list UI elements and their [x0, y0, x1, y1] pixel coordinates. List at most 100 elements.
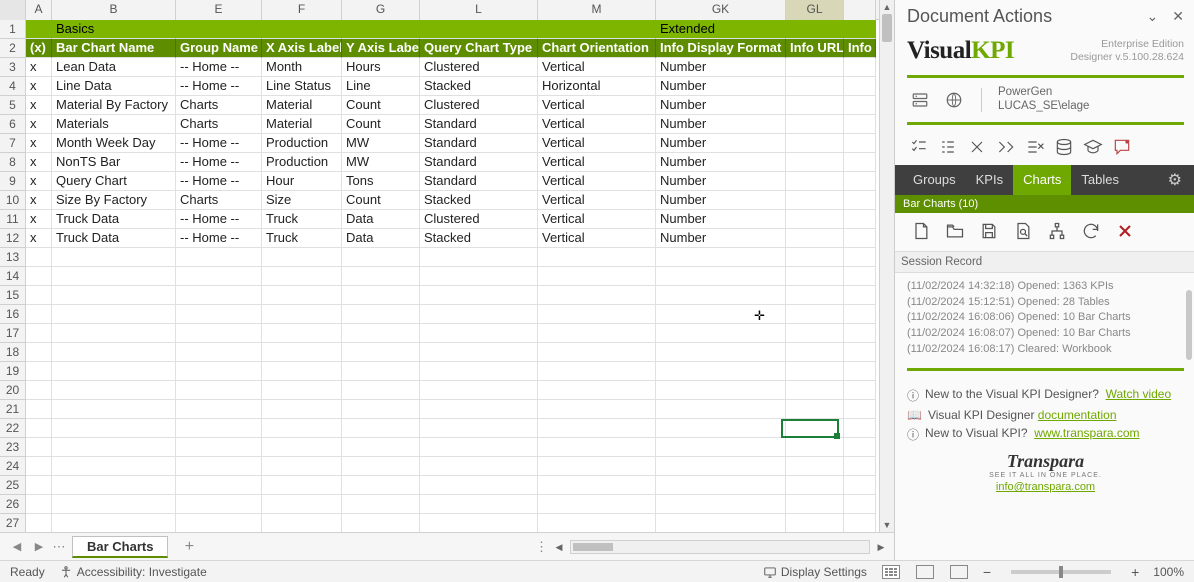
- cell[interactable]: x: [26, 210, 52, 229]
- cell[interactable]: [176, 476, 262, 495]
- cell[interactable]: Stacked: [420, 229, 538, 248]
- cell[interactable]: [844, 58, 876, 77]
- cell[interactable]: [538, 457, 656, 476]
- cell[interactable]: [420, 267, 538, 286]
- cell[interactable]: Data: [342, 229, 420, 248]
- row-header[interactable]: 24: [0, 457, 25, 476]
- cell[interactable]: [538, 248, 656, 267]
- cell[interactable]: Material: [262, 96, 342, 115]
- cell[interactable]: Hours: [342, 58, 420, 77]
- cell[interactable]: Number: [656, 58, 786, 77]
- col-header-GK[interactable]: GK: [656, 0, 786, 20]
- graduation-icon[interactable]: [1081, 135, 1105, 159]
- cell[interactable]: [786, 172, 844, 191]
- cell[interactable]: Y Axis Label: [342, 39, 420, 58]
- cell[interactable]: [176, 381, 262, 400]
- row-header[interactable]: 22: [0, 419, 25, 438]
- cell[interactable]: [420, 305, 538, 324]
- tab-tables[interactable]: Tables: [1071, 165, 1129, 195]
- cell[interactable]: [538, 514, 656, 532]
- cell[interactable]: x: [26, 115, 52, 134]
- view-normal[interactable]: [882, 565, 900, 579]
- row-header[interactable]: 18: [0, 343, 25, 362]
- cell[interactable]: [26, 267, 52, 286]
- cell[interactable]: [844, 514, 876, 532]
- double-x-icon[interactable]: [994, 135, 1018, 159]
- cell[interactable]: [844, 115, 876, 134]
- cell[interactable]: [420, 324, 538, 343]
- tab-charts[interactable]: Charts: [1013, 165, 1071, 195]
- cell[interactable]: Vertical: [538, 58, 656, 77]
- cell[interactable]: [176, 362, 262, 381]
- cell[interactable]: Query Chart: [52, 172, 176, 191]
- cell[interactable]: [844, 495, 876, 514]
- cell[interactable]: Material By Factory: [52, 96, 176, 115]
- tab-nav-more[interactable]: ⋯: [50, 539, 68, 555]
- row-header[interactable]: 9: [0, 172, 25, 191]
- cell[interactable]: [176, 305, 262, 324]
- row-header[interactable]: 16: [0, 305, 25, 324]
- cell[interactable]: Vertical: [538, 172, 656, 191]
- zoom-level[interactable]: 100%: [1153, 565, 1184, 579]
- view-page-break[interactable]: [950, 565, 968, 579]
- cell[interactable]: [656, 457, 786, 476]
- cell[interactable]: [342, 362, 420, 381]
- row-header[interactable]: 21: [0, 400, 25, 419]
- cell[interactable]: Number: [656, 115, 786, 134]
- cell[interactable]: [786, 476, 844, 495]
- cell[interactable]: [262, 248, 342, 267]
- cell[interactable]: -- Home --: [176, 58, 262, 77]
- cell[interactable]: [420, 438, 538, 457]
- cell[interactable]: [786, 324, 844, 343]
- cell[interactable]: X Axis Label: [262, 39, 342, 58]
- cell[interactable]: [176, 514, 262, 532]
- row-header[interactable]: 27: [0, 514, 25, 532]
- cell[interactable]: [342, 381, 420, 400]
- cell[interactable]: [786, 96, 844, 115]
- cell[interactable]: [844, 134, 876, 153]
- cell[interactable]: [262, 381, 342, 400]
- cell[interactable]: [656, 495, 786, 514]
- display-settings[interactable]: Display Settings: [763, 565, 867, 579]
- open-icon[interactable]: [943, 219, 967, 243]
- cell[interactable]: x: [26, 134, 52, 153]
- cell[interactable]: [656, 381, 786, 400]
- cell[interactable]: [656, 419, 786, 438]
- lines-x-icon[interactable]: [1023, 135, 1047, 159]
- cell[interactable]: [786, 305, 844, 324]
- cell[interactable]: [52, 400, 176, 419]
- cell[interactable]: Standard: [420, 172, 538, 191]
- cell[interactable]: [420, 495, 538, 514]
- cell[interactable]: [262, 305, 342, 324]
- cell[interactable]: [786, 457, 844, 476]
- cell[interactable]: [26, 495, 52, 514]
- cell[interactable]: [26, 476, 52, 495]
- cell[interactable]: [262, 438, 342, 457]
- cell[interactable]: [656, 305, 786, 324]
- cell[interactable]: [844, 343, 876, 362]
- cell[interactable]: [420, 20, 538, 39]
- cell[interactable]: [786, 153, 844, 172]
- cell[interactable]: [262, 476, 342, 495]
- sidebar-scrollbar[interactable]: [1186, 290, 1192, 360]
- cell[interactable]: Vertical: [538, 229, 656, 248]
- cell[interactable]: [52, 457, 176, 476]
- row-header[interactable]: 6: [0, 115, 25, 134]
- cell[interactable]: [786, 134, 844, 153]
- cell[interactable]: Number: [656, 172, 786, 191]
- cell[interactable]: Data: [342, 210, 420, 229]
- cell[interactable]: [420, 248, 538, 267]
- transpara-link[interactable]: www.transpara.com: [1034, 426, 1139, 440]
- cell[interactable]: x: [26, 77, 52, 96]
- cell[interactable]: Tons: [342, 172, 420, 191]
- row-header[interactable]: 19: [0, 362, 25, 381]
- row-header[interactable]: 5: [0, 96, 25, 115]
- cell[interactable]: [656, 438, 786, 457]
- contact-email-link[interactable]: info@transpara.com: [907, 481, 1184, 493]
- cell[interactable]: [26, 400, 52, 419]
- cell[interactable]: [538, 476, 656, 495]
- cell[interactable]: x: [26, 172, 52, 191]
- cell[interactable]: Query Chart Type: [420, 39, 538, 58]
- vertical-scrollbar[interactable]: ▲ ▼: [879, 0, 894, 532]
- cell[interactable]: [26, 362, 52, 381]
